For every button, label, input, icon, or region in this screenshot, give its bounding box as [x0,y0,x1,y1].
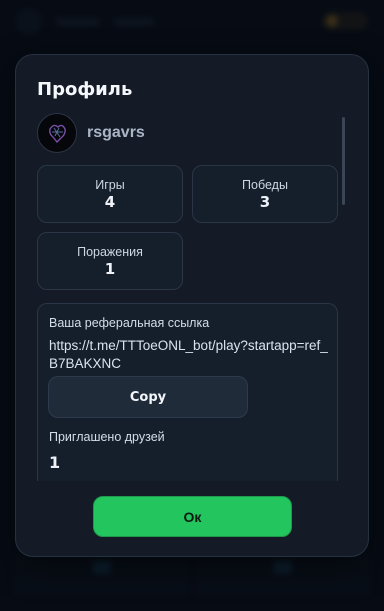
user-row: rsgavrs [37,113,145,153]
ok-button[interactable]: Ок [93,496,292,537]
stat-card-wins: Победы 3 [192,165,338,223]
username: rsgavrs [87,124,145,141]
referral-label: Ваша реферальная ссылка [49,316,210,330]
stat-card-losses: Поражения 1 [37,232,183,290]
stat-value: 1 [104,260,116,278]
referral-card: Ваша реферальная ссылка https://t.me/TTT… [37,303,338,481]
stat-card-games: Игры 4 [37,165,183,223]
scrollbar[interactable] [342,117,345,205]
avatar [37,113,77,153]
stat-label: Поражения [77,245,143,259]
stat-label: Победы [242,178,288,192]
dark-sketch-avatar-icon [49,124,66,144]
stat-value: 3 [259,193,271,211]
stat-label: Игры [95,178,125,192]
referral-link[interactable]: https://t.me/TTToeONL_bot/play?startapp=… [49,337,331,373]
invited-friends-count: 1 [49,453,61,472]
copy-button[interactable]: Copy [48,376,248,418]
profile-modal: Профиль rsgavrs Игры 4 Победы 3 Поражени… [15,54,369,557]
invited-friends-label: Приглашено друзей [49,430,165,444]
profile-scroll-area[interactable]: rsgavrs Игры 4 Победы 3 Поражения 1 Ваша… [16,113,370,481]
stat-value: 4 [104,193,116,211]
modal-title: Профиль [37,79,133,100]
